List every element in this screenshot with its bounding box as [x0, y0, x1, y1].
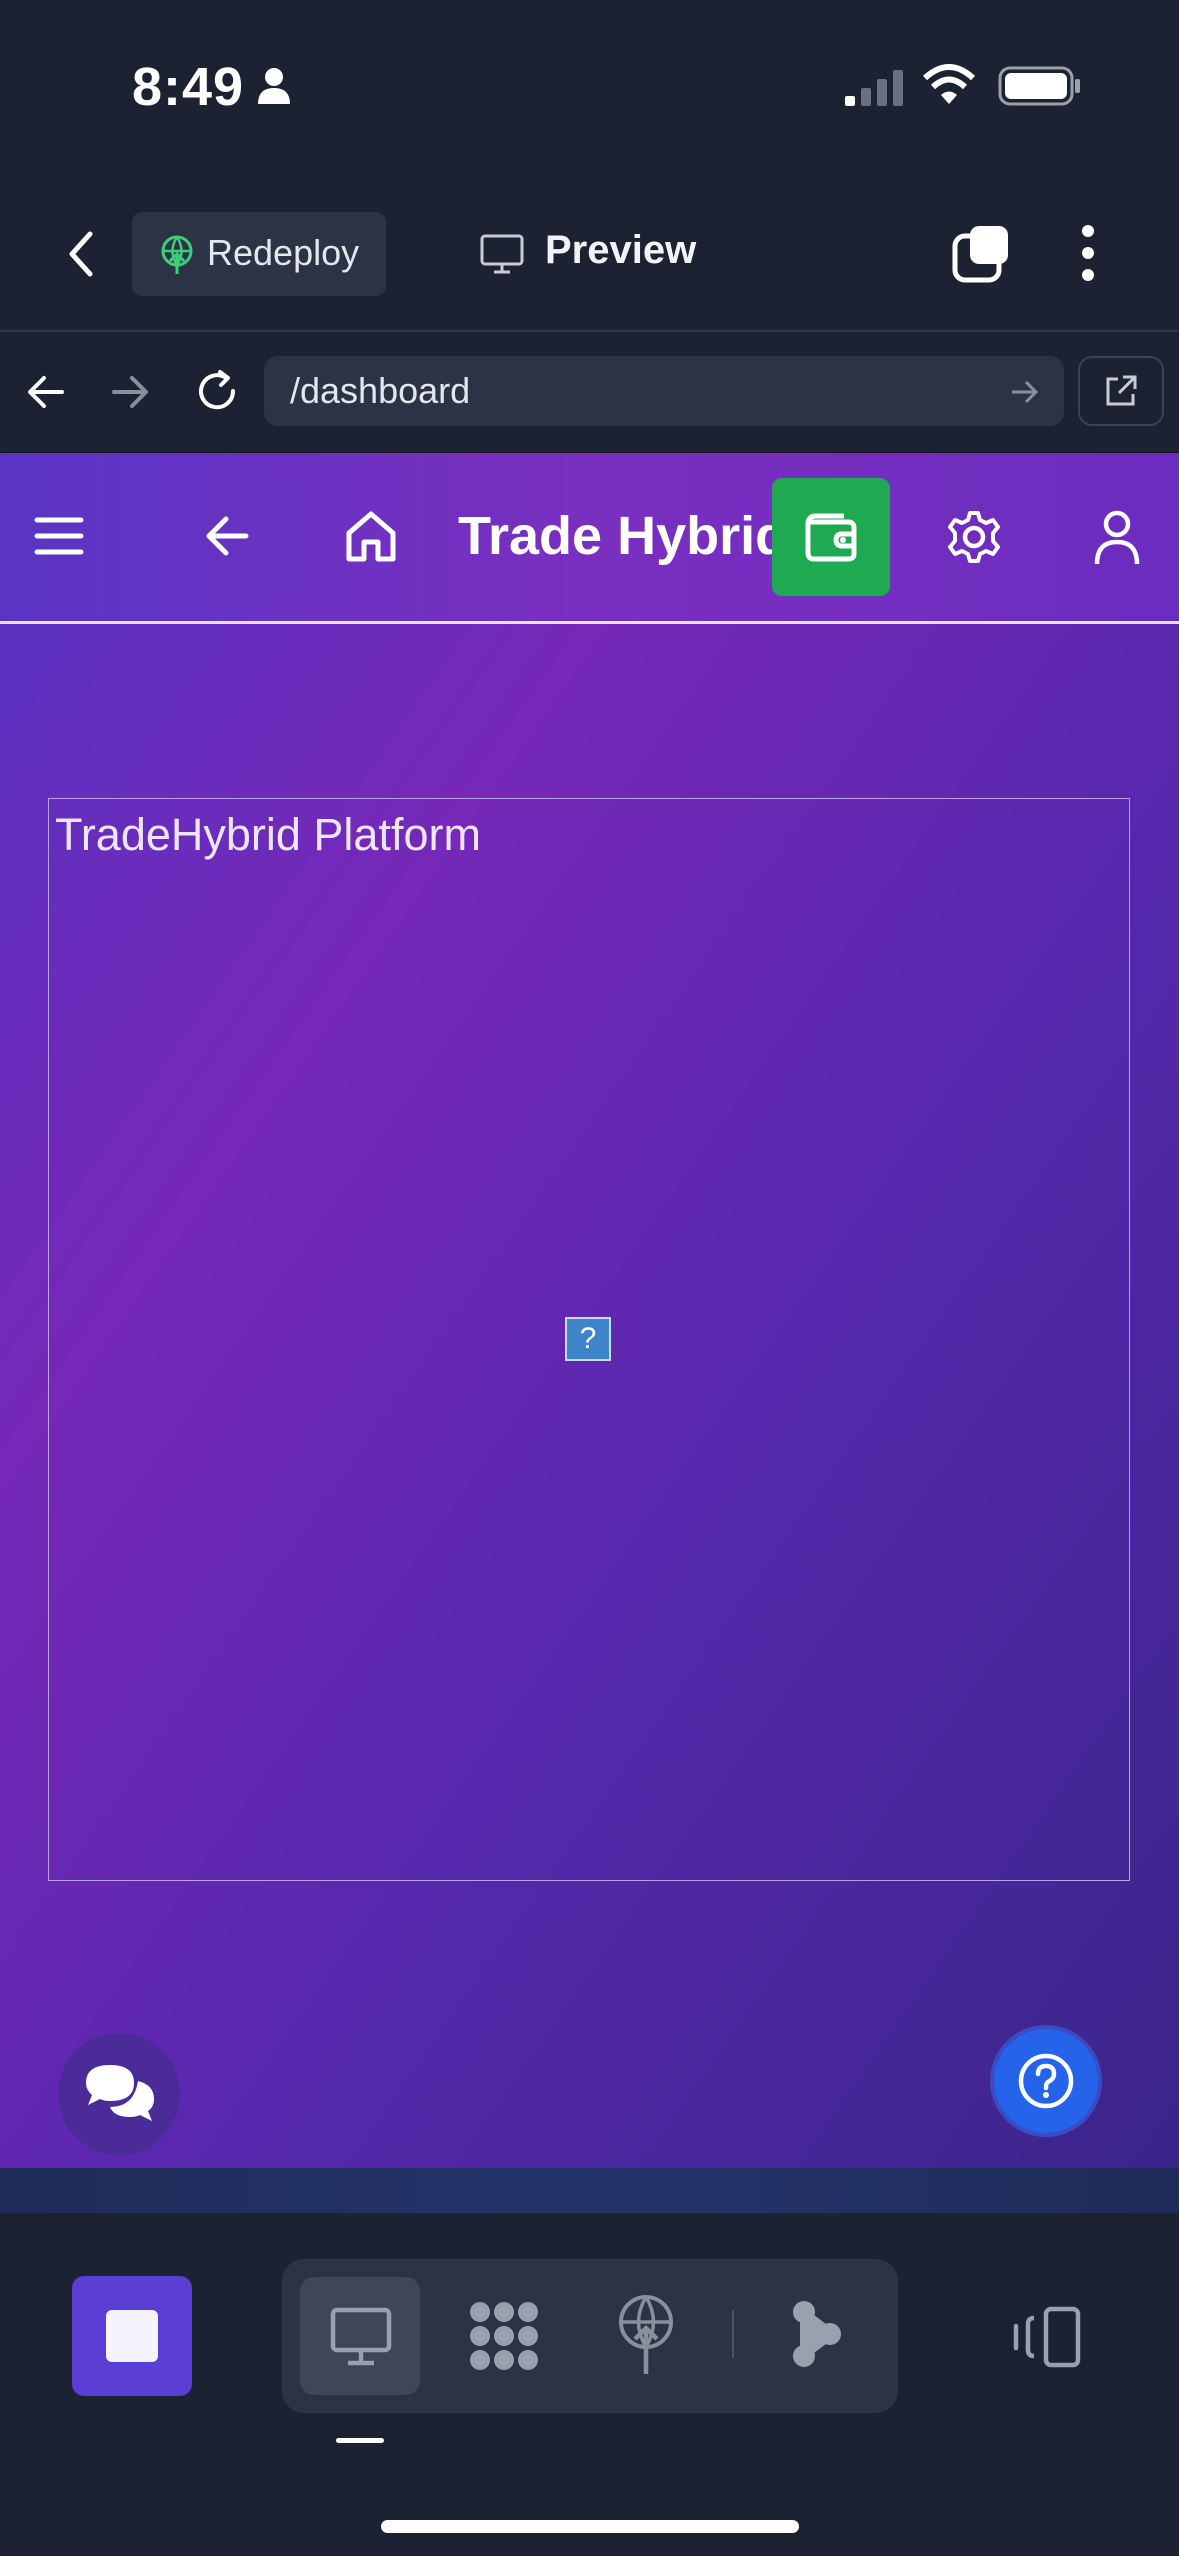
wallet-button[interactable] [772, 478, 890, 596]
user-icon[interactable] [1094, 509, 1140, 567]
stop-button[interactable] [72, 2276, 192, 2396]
preview-button[interactable]: Preview [545, 228, 696, 273]
tab-deploy[interactable] [616, 2294, 676, 2376]
wifi-icon [922, 64, 976, 106]
frame-title: TradeHybrid Platform [55, 809, 481, 860]
external-link-icon [1103, 373, 1139, 409]
deploy-icon [158, 234, 196, 276]
battery-icon [998, 66, 1082, 106]
more-vertical-icon[interactable] [1080, 224, 1096, 282]
tabs-icon[interactable] [952, 224, 1012, 284]
chat-button[interactable] [58, 2033, 180, 2155]
chevron-left-icon[interactable] [62, 228, 102, 280]
tab-separator [732, 2310, 734, 2358]
deploy-icon [616, 2294, 676, 2376]
menu-icon[interactable] [34, 515, 84, 557]
workspace-icon [466, 2300, 542, 2372]
broken-image-icon: ? [565, 1317, 611, 1361]
active-tab-indicator [336, 2438, 384, 2443]
stop-icon [106, 2310, 158, 2362]
person-icon [256, 66, 292, 106]
site-title[interactable]: Trade Hybrid [458, 505, 788, 567]
bottom-divider [0, 2168, 1179, 2213]
monitor-icon [480, 234, 524, 274]
chat-bubbles-icon [80, 2059, 160, 2129]
platform-frame: TradeHybrid Platform ? [48, 798, 1130, 1881]
branch-icon [792, 2298, 842, 2370]
reload-icon[interactable] [194, 368, 240, 414]
wallet-icon [804, 512, 860, 562]
webpage-viewport: Trade Hybrid TradeHybrid Platform ? [0, 453, 1179, 2168]
monitor-icon [330, 2307, 392, 2367]
status-time: 8:49 [132, 57, 245, 117]
go-arrow-icon[interactable] [1010, 378, 1040, 406]
redeploy-label: Redeploy [207, 232, 360, 273]
home-indicator [381, 2520, 799, 2533]
url-path: /dashboard [290, 370, 471, 411]
cellular-signal-icon [845, 70, 905, 106]
help-circle-icon [1018, 2053, 1074, 2109]
back-arrow-icon[interactable] [204, 513, 250, 559]
home-icon[interactable] [344, 509, 398, 563]
back-arrow-icon[interactable] [26, 372, 66, 412]
tab-git[interactable] [792, 2298, 842, 2370]
devices-icon[interactable] [1010, 2306, 1082, 2368]
gear-icon[interactable] [946, 509, 1002, 565]
help-button[interactable] [990, 2025, 1102, 2137]
tab-preview[interactable] [300, 2277, 420, 2395]
tab-workspace[interactable] [466, 2300, 542, 2372]
forward-arrow-icon[interactable] [110, 372, 150, 412]
